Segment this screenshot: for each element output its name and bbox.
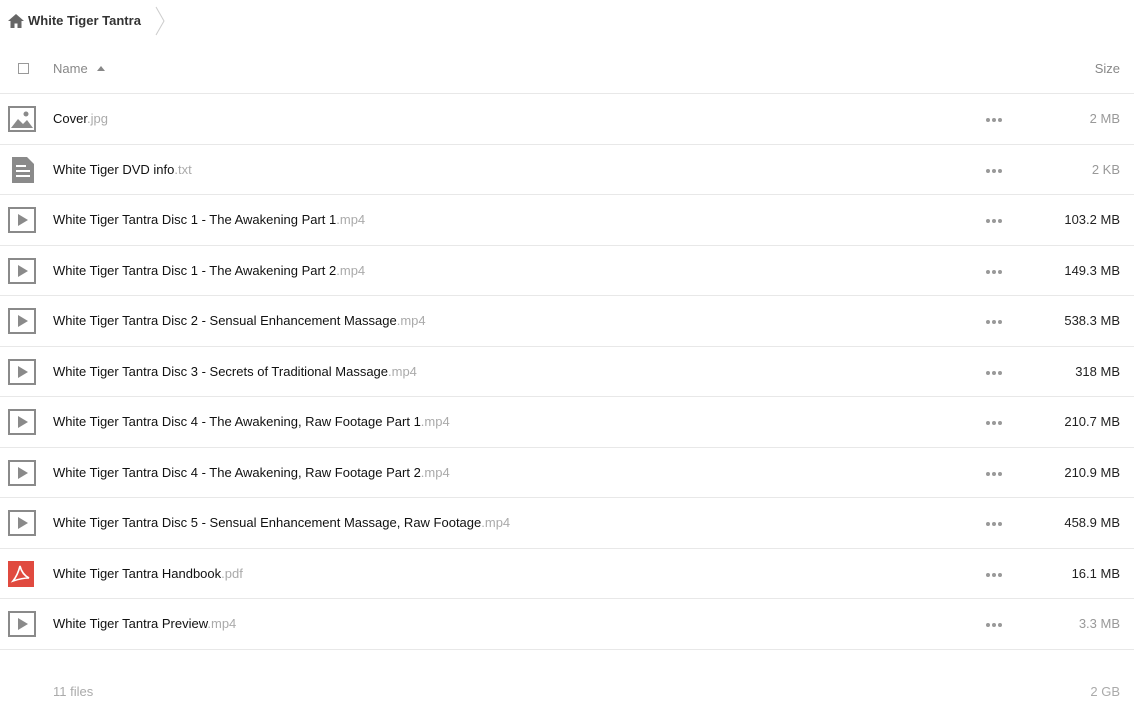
file-size: 3.3 MB xyxy=(1078,616,1120,631)
file-name[interactable]: White Tiger Tantra Disc 3 - Secrets of T… xyxy=(53,364,417,379)
file-basename: White Tiger Tantra Handbook xyxy=(53,565,222,581)
total-size: 2 GB xyxy=(1090,684,1120,699)
file-row[interactable]: White Tiger Tantra Disc 4 - The Awakenin… xyxy=(0,448,1134,498)
file-name[interactable]: White Tiger Tantra Disc 5 - Sensual Enha… xyxy=(53,515,510,530)
file-size: 2 KB xyxy=(1091,161,1120,177)
file-size: 210.9 MB xyxy=(1064,464,1120,480)
file-list: Cover.jpg 2 MB White Tiger DVD info.txt 2 K… xyxy=(0,94,1134,650)
file-extension: .txt xyxy=(174,161,192,177)
file-size: 538.3 MB xyxy=(1064,313,1120,328)
file-name[interactable]: White Tiger Tantra Disc 1 - The Awakenin… xyxy=(53,263,365,278)
file-row[interactable]: White Tiger Tantra Disc 5 - Sensual Enha… xyxy=(0,498,1134,549)
file-row[interactable]: White Tiger Tantra Disc 2 - Sensual Enha… xyxy=(0,296,1134,347)
more-actions-icon[interactable] xyxy=(986,615,1002,635)
breadcrumb-separator-icon xyxy=(155,6,165,36)
file-basename: White Tiger DVD info xyxy=(53,161,175,177)
home-icon[interactable] xyxy=(8,14,24,28)
file-row[interactable]: White Tiger Tantra Preview.mp4 3.3 MB xyxy=(0,599,1134,650)
video-icon xyxy=(8,308,36,334)
more-actions-icon[interactable] xyxy=(986,464,1002,484)
file-count: 11 files xyxy=(53,684,94,699)
file-name[interactable]: White Tiger Tantra Disc 4 - The Awakenin… xyxy=(53,465,450,480)
image-icon xyxy=(8,106,36,132)
file-name[interactable]: White Tiger Tantra Disc 1 - The Awakenin… xyxy=(53,212,365,227)
sort-ascending-icon[interactable] xyxy=(97,66,105,71)
file-size: 103.2 MB xyxy=(1064,212,1120,227)
video-icon xyxy=(8,358,36,385)
more-actions-icon[interactable] xyxy=(986,161,1002,181)
file-row[interactable]: White Tiger Tantra Disc 1 - The Awakenin… xyxy=(0,246,1134,296)
file-name[interactable]: White Tiger Tantra Disc 4 - The Awakenin… xyxy=(53,414,450,429)
sort-by-size[interactable]: Size xyxy=(1095,61,1120,76)
file-basename: White Tiger Tantra Disc 4 - The Awakenin… xyxy=(53,414,421,429)
sort-by-name[interactable]: Name xyxy=(53,61,88,76)
file-extension: .mp4 xyxy=(336,262,366,278)
file-basename: White Tiger Tantra Disc 1 - The Awakenin… xyxy=(53,212,337,227)
file-basename: White Tiger Tantra Preview xyxy=(53,616,208,631)
file-extension: .mp4 xyxy=(388,363,417,379)
more-actions-icon[interactable] xyxy=(986,262,1002,282)
file-size: 149.3 MB xyxy=(1064,262,1120,278)
file-size: 318 MB xyxy=(1075,363,1120,379)
more-actions-icon[interactable] xyxy=(986,565,1002,585)
file-extension: .jpg xyxy=(86,111,108,126)
file-basename: White Tiger Tantra Disc 2 - Sensual Enha… xyxy=(53,313,397,328)
breadcrumb-folder[interactable]: White Tiger Tantra xyxy=(28,13,141,28)
video-icon xyxy=(8,409,36,435)
file-basename: Cover xyxy=(53,111,87,126)
file-size: 16.1 MB xyxy=(1071,565,1120,581)
file-extension: .pdf xyxy=(221,565,243,581)
text-file-icon xyxy=(8,156,36,183)
file-row[interactable]: Cover.jpg 2 MB xyxy=(0,94,1134,145)
file-extension: .mp4 xyxy=(481,515,511,530)
more-actions-icon[interactable] xyxy=(986,312,1002,332)
select-all-checkbox[interactable] xyxy=(18,63,29,74)
more-actions-icon[interactable] xyxy=(986,363,1002,383)
file-extension: .mp4 xyxy=(420,464,450,480)
file-row[interactable]: White Tiger Tantra Handbook.pdf 16.1 MB xyxy=(0,549,1134,599)
video-icon xyxy=(8,207,36,233)
pdf-icon xyxy=(8,560,36,587)
video-icon xyxy=(8,510,36,536)
file-size: 458.9 MB xyxy=(1064,515,1120,530)
file-row[interactable]: White Tiger DVD info.txt 2 KB xyxy=(0,145,1134,195)
video-icon xyxy=(8,257,36,284)
more-actions-icon[interactable] xyxy=(986,514,1002,534)
file-name[interactable]: White Tiger Tantra Handbook.pdf xyxy=(53,566,243,581)
file-row[interactable]: White Tiger Tantra Disc 4 - The Awakenin… xyxy=(0,397,1134,448)
file-row[interactable]: White Tiger Tantra Disc 3 - Secrets of T… xyxy=(0,347,1134,397)
file-size: 2 MB xyxy=(1089,111,1120,126)
file-name[interactable]: Cover.jpg xyxy=(53,111,108,126)
file-extension: .mp4 xyxy=(207,616,237,631)
video-icon xyxy=(8,611,36,637)
breadcrumb: White Tiger Tantra xyxy=(0,0,200,44)
file-extension: .mp4 xyxy=(336,212,366,227)
video-icon xyxy=(8,459,36,486)
file-extension: .mp4 xyxy=(396,313,426,328)
file-basename: White Tiger Tantra Disc 5 - Sensual Enha… xyxy=(53,515,482,530)
file-name[interactable]: White Tiger Tantra Disc 2 - Sensual Enha… xyxy=(53,313,426,328)
file-basename: White Tiger Tantra Disc 1 - The Awakenin… xyxy=(53,262,337,278)
file-list-summary: 11 files 2 GB xyxy=(0,678,1134,708)
file-size: 210.7 MB xyxy=(1064,414,1120,429)
file-name[interactable]: White Tiger DVD info.txt xyxy=(53,162,192,177)
file-row[interactable]: White Tiger Tantra Disc 1 - The Awakenin… xyxy=(0,195,1134,246)
file-basename: White Tiger Tantra Disc 4 - The Awakenin… xyxy=(53,464,421,480)
file-name[interactable]: White Tiger Tantra Preview.mp4 xyxy=(53,616,236,631)
more-actions-icon[interactable] xyxy=(986,211,1002,231)
file-extension: .mp4 xyxy=(420,414,450,429)
file-basename: White Tiger Tantra Disc 3 - Secrets of T… xyxy=(53,363,389,379)
more-actions-icon[interactable] xyxy=(986,110,1002,130)
more-actions-icon[interactable] xyxy=(986,413,1002,433)
file-list-header: Name Size xyxy=(0,44,1134,94)
